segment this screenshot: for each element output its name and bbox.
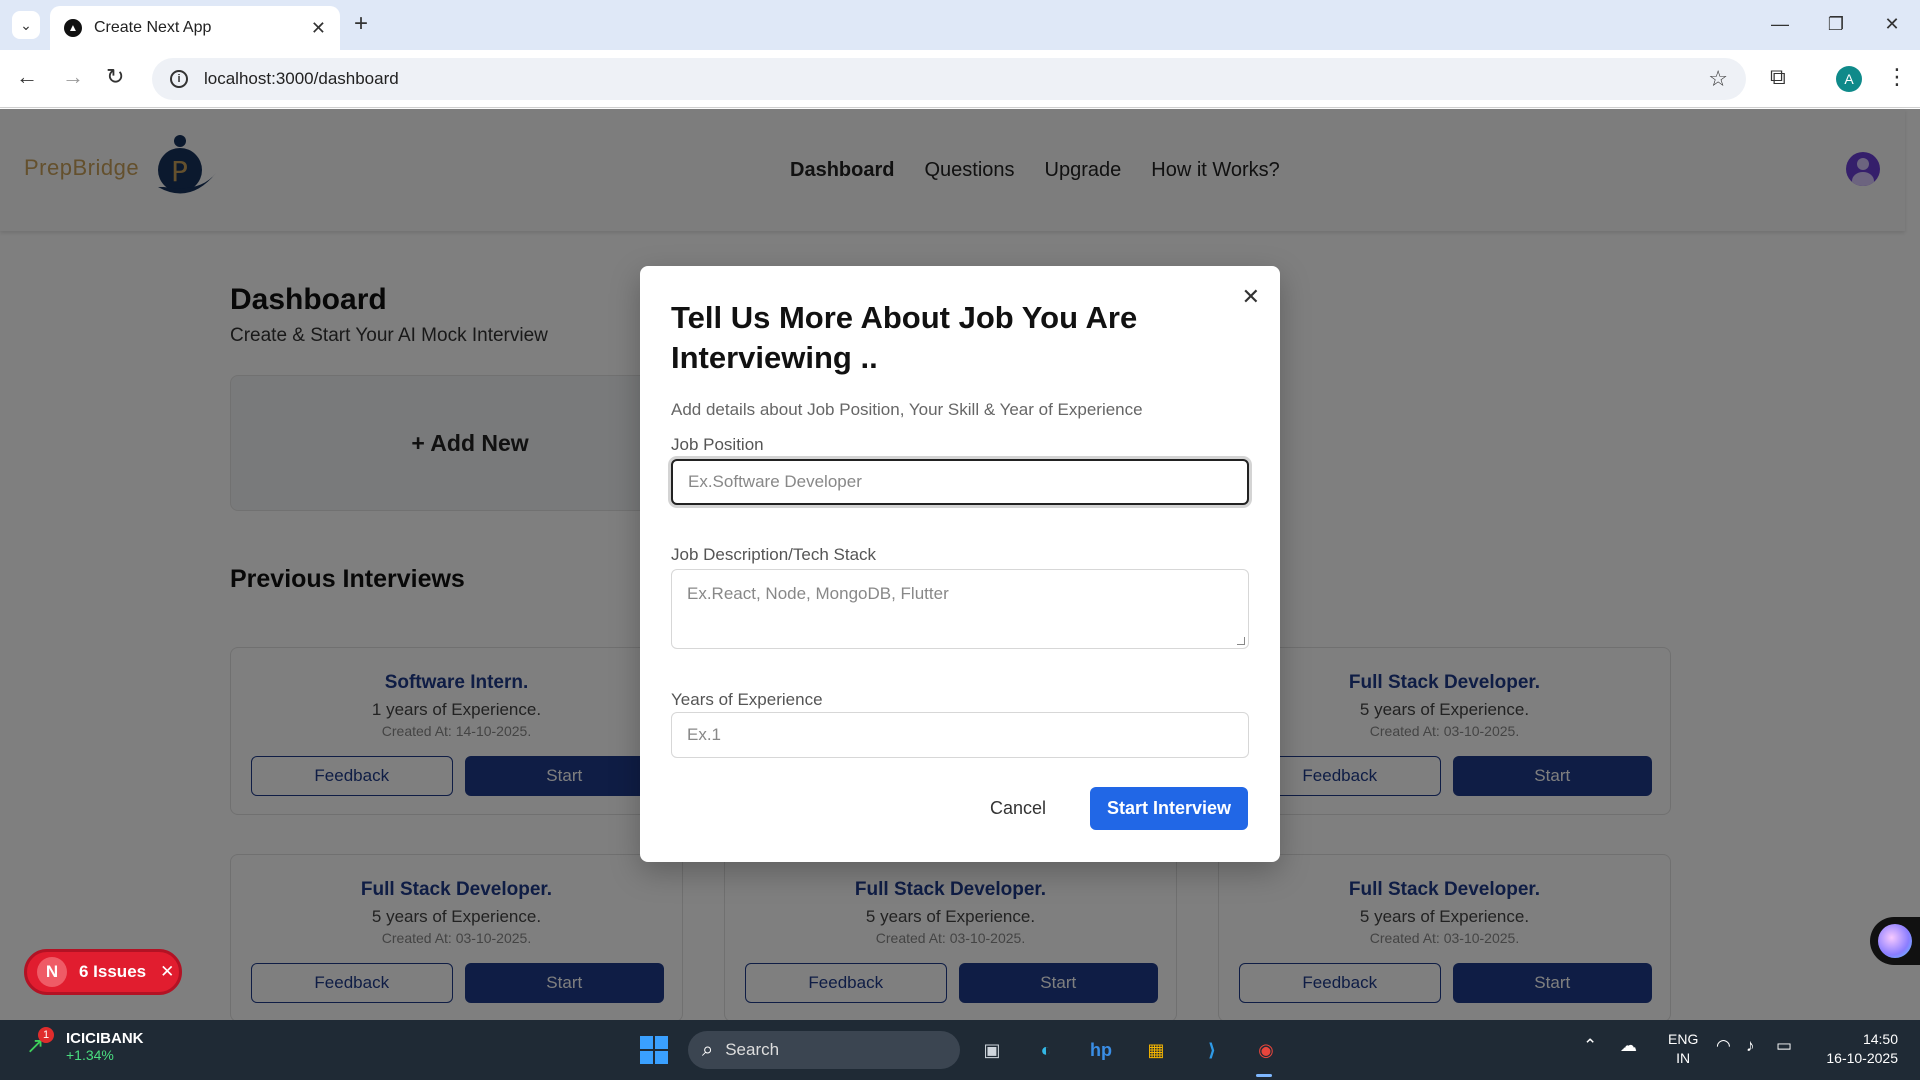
browser-tabstrip: ⌄ ▲ Create Next App ✕ + — ❐ ✕ <box>0 0 1920 50</box>
volume-icon[interactable]: ♪ <box>1746 1036 1755 1056</box>
years-experience-input[interactable]: Ex.1 <box>671 712 1249 758</box>
dev-issues-badge[interactable]: N 6 Issues ✕ <box>24 949 182 995</box>
menu-kebab-icon[interactable]: ⋮ <box>1886 64 1908 90</box>
window-controls: — ❐ ✕ <box>1752 0 1920 50</box>
job-description-label: Job Description/Tech Stack <box>671 545 877 564</box>
close-icon[interactable]: ✕ <box>1242 284 1260 310</box>
close-icon[interactable]: ✕ <box>160 962 174 982</box>
close-tab-icon[interactable]: ✕ <box>311 18 326 39</box>
chevron-down-icon: ⌄ <box>20 16 32 33</box>
resize-handle-icon[interactable] <box>1237 637 1245 645</box>
stock-name: ICICIBANK <box>66 1030 144 1047</box>
stock-widget[interactable]: ↗ 1 ICICIBANK +1.34% <box>26 1026 144 1063</box>
job-position-placeholder: Ex.Software Developer <box>688 472 862 491</box>
cancel-button[interactable]: Cancel <box>966 788 1070 828</box>
search-icon: ⌕ <box>702 1038 714 1061</box>
job-description-placeholder: Ex.React, Node, MongoDB, Flutter <box>687 584 949 603</box>
wifi-icon[interactable]: ◠ <box>1716 1036 1731 1056</box>
reload-icon[interactable]: ↻ <box>106 64 124 90</box>
clock-time: 14:50 <box>1862 1031 1898 1047</box>
nextjs-dev-icon[interactable]: N <box>37 957 67 987</box>
lang-bottom: IN <box>1676 1050 1691 1066</box>
bookmark-star-icon[interactable]: ☆ <box>1708 66 1728 92</box>
job-description-textarea[interactable]: Ex.React, Node, MongoDB, Flutter <box>671 569 1249 649</box>
cloud-sync-icon[interactable]: ☁ <box>1620 1036 1637 1056</box>
windows-start-icon[interactable] <box>640 1036 668 1064</box>
extensions-icon[interactable]: ⧉ <box>1770 64 1786 90</box>
close-window-icon[interactable]: ✕ <box>1864 0 1920 48</box>
assistant-orb-icon[interactable] <box>1870 917 1920 965</box>
clock-date: 16-10-2025 <box>1826 1050 1898 1066</box>
new-tab-icon[interactable]: + <box>354 10 368 38</box>
vscode-icon[interactable]: ⟩ <box>1196 1034 1228 1066</box>
job-position-input[interactable]: Ex.Software Developer <box>671 459 1249 505</box>
language-indicator[interactable]: ENG IN <box>1668 1030 1698 1068</box>
stock-change: +1.34% <box>66 1047 114 1063</box>
nextjs-favicon-icon: ▲ <box>64 19 82 37</box>
browser-toolbar: ← → ↻ i localhost:3000/dashboard ☆ ⧉ ⋮ <box>0 50 1920 108</box>
dialog-title: Tell Us More About Job You Are Interview… <box>671 300 1138 375</box>
browser-profile-avatar[interactable]: A <box>1836 66 1862 92</box>
taskbar-search-label: Search <box>725 1040 780 1059</box>
years-experience-placeholder: Ex.1 <box>687 725 722 744</box>
job-position-label: Job Position <box>671 435 764 454</box>
lang-top: ENG <box>1668 1031 1699 1047</box>
taskbar-search[interactable]: ⌕ Search <box>688 1031 960 1069</box>
system-clock[interactable]: 14:50 16-10-2025 <box>1816 1030 1898 1068</box>
site-info-icon[interactable]: i <box>170 70 188 88</box>
notification-badge: 1 <box>38 1026 54 1043</box>
windows-taskbar: ↗ 1 ICICIBANK +1.34% ⌕ Search ▣ ◐ hp ▦ ⟩… <box>0 1020 1920 1080</box>
years-experience-label: Years of Experience <box>671 690 823 709</box>
active-app-indicator <box>1256 1074 1272 1077</box>
tab-title: Create Next App <box>94 19 212 36</box>
url-text[interactable]: localhost:3000/dashboard <box>204 69 1708 89</box>
edge-browser-icon[interactable]: ◐ <box>1030 1034 1062 1066</box>
issues-count[interactable]: 6 Issues <box>79 962 146 982</box>
dialog-description: Add details about Job Position, Your Ski… <box>671 400 1143 419</box>
chevron-up-icon[interactable]: ⌃ <box>1583 1036 1597 1056</box>
app-page: PrepBridge P Dashboard Questions Upgrade… <box>0 109 1920 1022</box>
restore-icon[interactable]: ❐ <box>1808 0 1864 48</box>
task-view-icon[interactable]: ▣ <box>976 1034 1008 1066</box>
battery-icon[interactable]: ▭ <box>1776 1036 1792 1056</box>
chrome-icon[interactable]: ◉ <box>1250 1034 1282 1066</box>
start-interview-button[interactable]: Start Interview <box>1090 787 1248 830</box>
forward-arrow-icon[interactable]: → <box>62 64 84 90</box>
hp-app-icon[interactable]: hp <box>1085 1034 1117 1066</box>
new-interview-dialog: ✕ Tell Us More About Job You Are Intervi… <box>640 266 1280 862</box>
address-bar[interactable]: i localhost:3000/dashboard ☆ <box>152 58 1746 100</box>
tab-search-button[interactable]: ⌄ <box>12 11 40 39</box>
browser-tab[interactable]: ▲ Create Next App ✕ <box>50 6 340 50</box>
back-arrow-icon[interactable]: ← <box>16 64 38 90</box>
microsoft-store-icon[interactable]: ▦ <box>1140 1034 1172 1066</box>
minimize-icon[interactable]: — <box>1752 0 1808 48</box>
